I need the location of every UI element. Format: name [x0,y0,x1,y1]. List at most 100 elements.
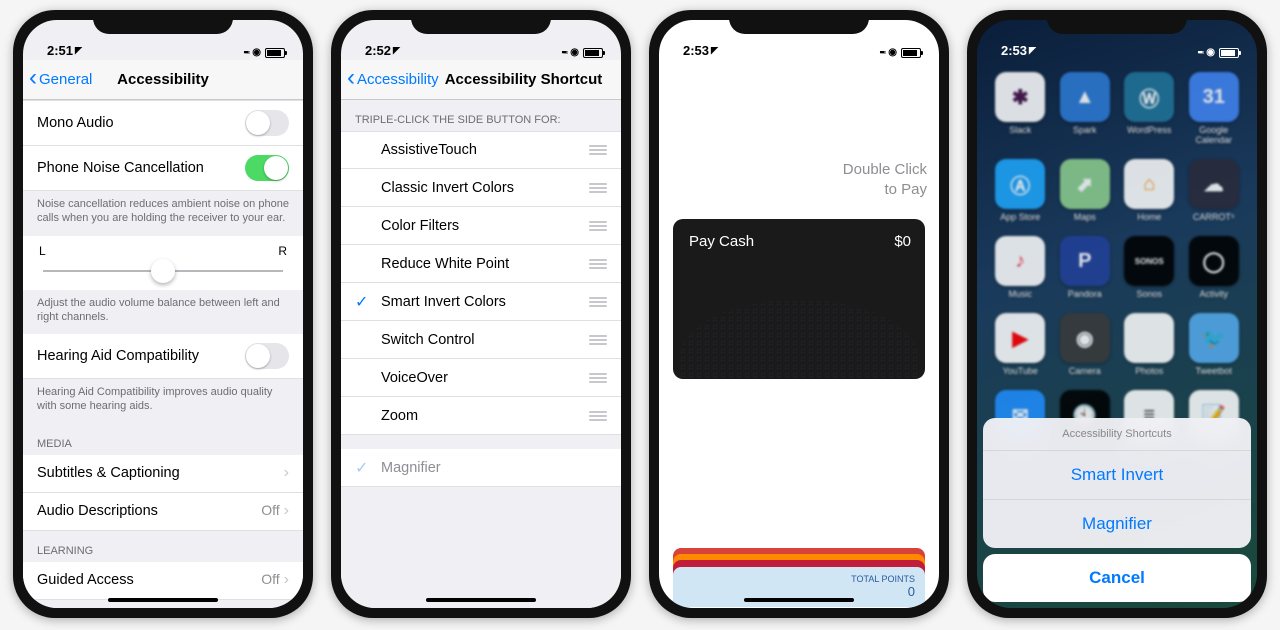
app-music[interactable]: ♪Music [993,236,1048,299]
shortcut-option[interactable]: Switch Control [341,321,621,359]
card-pattern [679,299,919,379]
app-photos[interactable]: ✿Photos [1122,313,1177,376]
drag-handle-icon[interactable] [589,335,607,345]
app-carrot-[interactable]: ☁CARROT⁵ [1187,159,1242,222]
phone-4: 2:53◤ ✱Slack▲ Spark ⓌWordPress31Google Cal… [967,10,1267,618]
shortcut-option[interactable]: Color Filters [341,207,621,245]
settings-content[interactable]: Mono Audio Phone Noise Cancellation Nois… [23,100,303,608]
battery-icon [265,48,285,58]
balance-slider[interactable] [43,270,283,272]
app-icon: SONOS [1124,236,1174,286]
shortcut-content[interactable]: TRIPLE-CLICK THE SIDE BUTTON FOR: Assist… [341,100,621,608]
notch [729,10,869,34]
row-label: Switch Control [381,332,589,348]
row-label: Subtitles & Captioning [37,465,180,481]
shortcut-option[interactable]: ✓Smart Invert Colors [341,283,621,321]
shortcut-option[interactable]: Classic Invert Colors [341,169,621,207]
toggle-mono[interactable] [245,110,289,136]
sheet-option-smart-invert[interactable]: Smart Invert [983,450,1251,499]
chevron-icon: › [284,502,289,519]
row-mono-audio[interactable]: Mono Audio [23,100,303,146]
wifi-icon [252,46,261,58]
row-label: Color Filters [381,218,589,234]
wifi-icon [570,46,579,58]
wifi-icon [888,46,897,58]
app-label: Slack [1009,125,1031,135]
toggle-hearing[interactable] [245,343,289,369]
back-button[interactable]: General [29,71,92,88]
shortcut-option[interactable]: Reduce White Point [341,245,621,283]
app-label: Photos [1135,366,1163,376]
row-noise-cancellation[interactable]: Phone Noise Cancellation [23,146,303,191]
app-tweetbot[interactable]: 🐦Tweetbot [1187,313,1242,376]
phone-2: 2:52◤ Accessibility Accessibility Shortc… [331,10,631,618]
row-audio-descriptions[interactable]: Audio Descriptions Off› [23,493,303,531]
app-youtube[interactable]: ▶ YouTube [993,313,1048,376]
app-pandora[interactable]: PPandora [1058,236,1113,299]
double-click-hint: Double Clickto Pay [659,60,939,219]
back-button[interactable]: Accessibility [347,71,439,88]
app-maps[interactable]: ⬈Maps [1058,159,1113,222]
drag-handle-icon[interactable] [589,183,607,193]
slider-thumb[interactable] [151,259,175,283]
app-home[interactable]: ⌂Home [1122,159,1177,222]
home-indicator[interactable] [1062,598,1172,602]
row-label: VoiceOver [381,370,589,386]
app-app-store[interactable]: ⒶApp Store [993,159,1048,222]
home-indicator[interactable] [426,598,536,602]
app-icon: ▲ [1060,72,1110,122]
app-icon: ⬈ [1060,159,1110,209]
app-label: Tweetbot [1195,366,1232,376]
app-slack[interactable]: ✱Slack [993,72,1048,145]
nav-title: Accessibility Shortcut [445,71,603,88]
signal-icon [244,46,249,58]
app-activity[interactable]: ◯Activity [1187,236,1242,299]
row-label: AssistiveTouch [381,142,589,158]
row-label: Mono Audio [37,115,114,131]
row-label: Guided Access [37,572,134,588]
app-label: Pandora [1068,289,1102,299]
drag-handle-icon[interactable] [589,259,607,269]
app-spark[interactable]: ▲ Spark [1058,72,1113,145]
app-icon: ▶ [995,313,1045,363]
app-icon: ◉ [1060,313,1110,363]
battery-icon [583,48,603,58]
apple-pay-card[interactable]: Pay Cash $0 [673,219,925,379]
app-icon: 31 [1189,72,1239,122]
sheet-title: Accessibility Shortcuts [983,418,1251,450]
row-label: Zoom [381,408,589,424]
drag-handle-icon[interactable] [589,297,607,307]
app-label: Spark [1073,125,1097,135]
app-sonos[interactable]: SONOSSonos [1122,236,1177,299]
sheet-option-magnifier[interactable]: Magnifier [983,499,1251,548]
toggle-noise[interactable] [245,155,289,181]
row-hearing-aid[interactable]: Hearing Aid Compatibility [23,334,303,379]
screen-shortcut: 2:52◤ Accessibility Accessibility Shortc… [341,20,621,608]
home-indicator[interactable] [744,598,854,602]
app-google-calendar[interactable]: 31Google Calendar [1187,72,1242,145]
home-indicator[interactable] [108,598,218,602]
check-icon: ✓ [355,458,368,478]
shortcut-option[interactable]: AssistiveTouch [341,131,621,169]
status-time: 2:53◤ [1001,43,1036,58]
row-guided-access[interactable]: Guided Access Off› [23,562,303,600]
signal-icon [880,46,885,58]
app-camera[interactable]: ◉Camera [1058,313,1113,376]
app-icon: Ⓐ [995,159,1045,209]
wifi-icon [1206,46,1215,58]
location-icon: ◤ [711,45,718,56]
shortcut-option[interactable]: Zoom [341,397,621,435]
app-icon: ♪ [995,236,1045,286]
shortcut-option[interactable]: VoiceOver [341,359,621,397]
action-sheet: Accessibility Shortcuts Smart Invert Mag… [977,412,1257,608]
app-wordpress[interactable]: ⓌWordPress [1122,72,1177,145]
drag-handle-icon[interactable] [589,145,607,155]
cancel-button[interactable]: Cancel [983,554,1251,602]
balance-slider-row: LR [23,236,303,290]
drag-handle-icon[interactable] [589,373,607,383]
drag-handle-icon[interactable] [589,411,607,421]
row-magnifier[interactable]: ✓ Magnifier [341,449,621,487]
drag-handle-icon[interactable] [589,221,607,231]
app-label: YouTube [1003,366,1038,376]
row-subtitles[interactable]: Subtitles & Captioning › [23,455,303,493]
